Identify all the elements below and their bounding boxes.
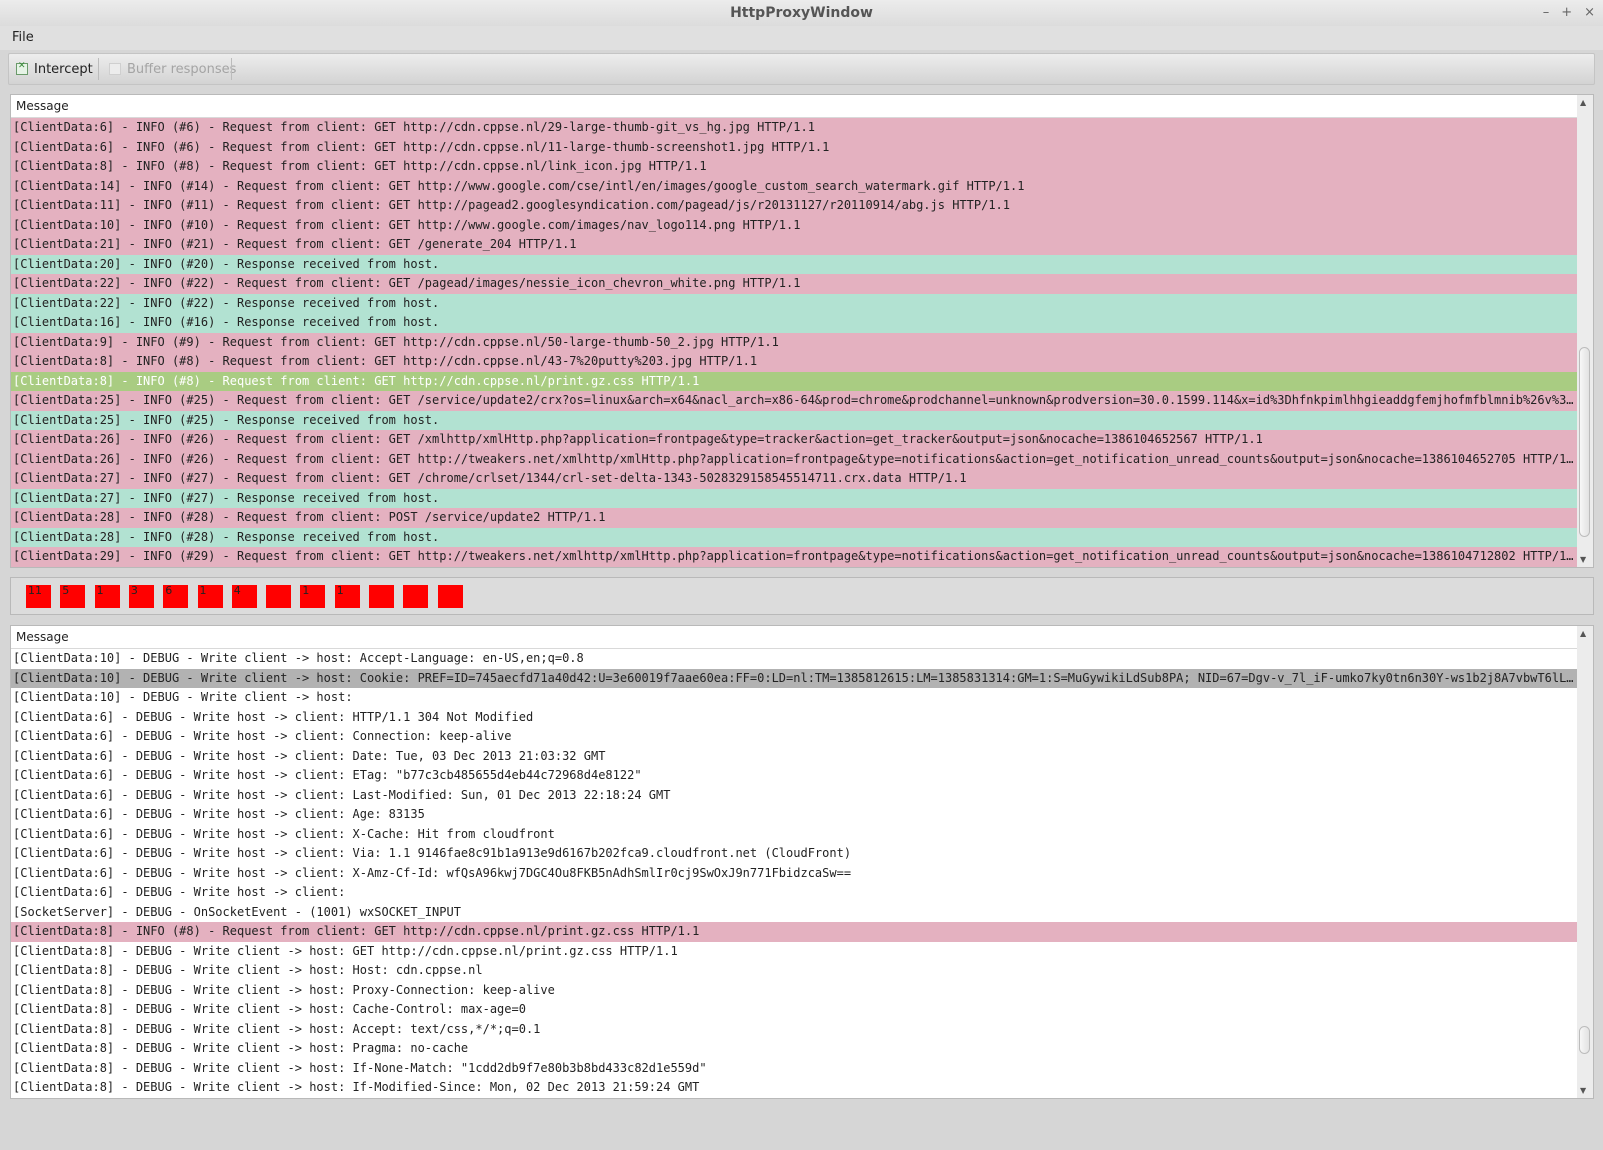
scroll-up-icon[interactable]: ▲ (1580, 98, 1586, 107)
debug-log-panel: Message [ClientData:10] - DEBUG - Write … (10, 625, 1594, 1099)
log-row[interactable]: [ClientData:6] - INFO (#6) - Request fro… (11, 118, 1577, 138)
client-indicator[interactable]: 1 (334, 585, 360, 608)
debug-log-scrollbar[interactable]: ▲ ▼ (1577, 626, 1593, 1098)
log-row[interactable]: [ClientData:10] - DEBUG - Write client -… (11, 688, 1577, 708)
client-indicator[interactable]: 1 (197, 585, 223, 608)
client-indicator[interactable] (369, 585, 394, 608)
client-indicator[interactable]: 5 (60, 585, 86, 608)
debug-log-column-header[interactable]: Message (11, 626, 1593, 649)
log-row[interactable]: [ClientData:27] - INFO (#27) - Request f… (11, 469, 1577, 489)
log-row[interactable]: [ClientData:6] - DEBUG - Write host -> c… (11, 844, 1577, 864)
log-row[interactable]: [ClientData:11] - INFO (#11) - Request f… (11, 196, 1577, 216)
log-row[interactable]: [ClientData:6] - INFO (#6) - Request fro… (11, 137, 1577, 157)
request-log-column-header[interactable]: Message (11, 95, 1593, 118)
scroll-down-icon[interactable]: ▼ (1580, 555, 1586, 564)
log-row[interactable]: [ClientData:25] - INFO (#25) - Response … (11, 410, 1577, 430)
log-row[interactable]: [ClientData:22] - INFO (#22) - Response … (11, 293, 1577, 313)
log-row[interactable]: [ClientData:20] - INFO (#20) - Response … (11, 254, 1577, 274)
client-indicator[interactable]: 6 (163, 585, 189, 608)
client-indicator[interactable]: 3 (128, 585, 154, 608)
log-row[interactable]: [ClientData:8] - DEBUG - Write client ->… (11, 1000, 1577, 1020)
client-indicator[interactable] (403, 585, 429, 608)
log-row[interactable]: [ClientData:10] - DEBUG - Write client -… (11, 668, 1577, 688)
log-row[interactable]: [SocketServer] - DEBUG - OnSocketEvent -… (11, 902, 1577, 922)
log-row[interactable]: [ClientData:27] - INFO (#27) - Response … (11, 488, 1577, 508)
buffer-responses-checkbox-icon[interactable] (109, 63, 121, 75)
log-row[interactable]: [ClientData:8] - DEBUG - Write client ->… (11, 1078, 1577, 1098)
window-title: HttpProxyWindow (730, 5, 873, 21)
log-row[interactable]: [ClientData:21] - INFO (#21) - Request f… (11, 235, 1577, 255)
buffer-responses-label: Buffer responses (127, 61, 237, 77)
close-button[interactable]: × (1584, 0, 1595, 26)
request-log-rows: [ClientData:6] - INFO (#6) - Request fro… (11, 118, 1577, 567)
log-row[interactable]: [ClientData:16] - INFO (#16) - Response … (11, 313, 1577, 333)
log-row[interactable]: [ClientData:29] - INFO (#29) - Request f… (11, 547, 1577, 567)
log-row[interactable]: [ClientData:8] - DEBUG - Write client ->… (11, 961, 1577, 981)
client-indicator[interactable]: 4 (231, 585, 257, 608)
log-row[interactable]: [ClientData:6] - DEBUG - Write host -> c… (11, 785, 1577, 805)
client-indicator[interactable] (437, 585, 463, 608)
log-row[interactable]: [ClientData:8] - DEBUG - Write client ->… (11, 980, 1577, 1000)
log-row[interactable]: [ClientData:8] - INFO (#8) - Request fro… (11, 352, 1577, 372)
minimize-button[interactable]: – (1543, 0, 1550, 26)
log-row[interactable]: [ClientData:6] - DEBUG - Write host -> c… (11, 707, 1577, 727)
log-row[interactable]: [ClientData:25] - INFO (#25) - Request f… (11, 391, 1577, 411)
title-bar: HttpProxyWindow – + × (0, 0, 1603, 26)
log-row[interactable]: [ClientData:8] - DEBUG - Write client ->… (11, 1058, 1577, 1078)
log-row[interactable]: [ClientData:6] - DEBUG - Write host -> c… (11, 805, 1577, 825)
request-log-scroll-thumb[interactable] (1579, 347, 1590, 537)
log-row[interactable]: [ClientData:9] - INFO (#9) - Request fro… (11, 332, 1577, 352)
client-indicator[interactable] (266, 585, 292, 608)
scroll-up-icon[interactable]: ▲ (1580, 629, 1586, 638)
log-row[interactable]: [ClientData:22] - INFO (#22) - Request f… (11, 274, 1577, 294)
debug-log-scroll-thumb[interactable] (1579, 1026, 1590, 1054)
scroll-down-icon[interactable]: ▼ (1580, 1086, 1586, 1095)
request-log-scrollbar[interactable]: ▲ ▼ (1577, 95, 1593, 567)
log-row[interactable]: [ClientData:8] - DEBUG - Write client ->… (11, 941, 1577, 961)
menu-file[interactable]: File (12, 28, 34, 48)
client-indicator[interactable]: 1 (300, 585, 326, 608)
log-row[interactable]: [ClientData:26] - INFO (#26) - Request f… (11, 430, 1577, 450)
log-row[interactable]: [ClientData:6] - DEBUG - Write host -> c… (11, 766, 1577, 786)
buffer-responses-toggle[interactable]: Buffer responses (109, 54, 236, 84)
log-row[interactable]: [ClientData:8] - INFO (#8) - Request fro… (11, 922, 1577, 942)
toolbar-separator (98, 58, 99, 80)
log-row[interactable]: [ClientData:26] - INFO (#26) - Request f… (11, 449, 1577, 469)
debug-log-rows: [ClientData:10] - DEBUG - Write client -… (11, 649, 1577, 1098)
menu-bar: File (0, 26, 1603, 50)
log-row[interactable]: [ClientData:8] - INFO (#8) - Request fro… (11, 371, 1577, 391)
intercept-toggle[interactable]: Intercept (16, 54, 93, 84)
log-row[interactable]: [ClientData:10] - DEBUG - Write client -… (11, 649, 1577, 669)
log-row[interactable]: [ClientData:6] - DEBUG - Write host -> c… (11, 863, 1577, 883)
log-row[interactable]: [ClientData:14] - INFO (#14) - Request f… (11, 176, 1577, 196)
log-row[interactable]: [ClientData:6] - DEBUG - Write host -> c… (11, 727, 1577, 747)
client-indicator[interactable]: 11 (26, 585, 51, 608)
status-bar (0, 1132, 1603, 1150)
toolbar-separator (231, 58, 232, 80)
log-row[interactable]: [ClientData:28] - INFO (#28) - Request f… (11, 508, 1577, 528)
client-indicator[interactable]: 1 (94, 585, 120, 608)
toolbar: Intercept Buffer responses (8, 53, 1595, 85)
window-controls: – + × (1543, 0, 1595, 26)
log-row[interactable]: [ClientData:8] - DEBUG - Write client ->… (11, 1039, 1577, 1059)
client-indicator-bar: 11 5 1 3 6 1 4 1 1 (10, 577, 1594, 615)
log-row[interactable]: [ClientData:8] - INFO (#8) - Request fro… (11, 157, 1577, 177)
log-row[interactable]: [ClientData:28] - INFO (#28) - Response … (11, 527, 1577, 547)
log-row[interactable]: [ClientData:6] - DEBUG - Write host -> c… (11, 883, 1577, 903)
request-log-panel: Message [ClientData:6] - INFO (#6) - Req… (10, 94, 1594, 568)
log-row[interactable]: [ClientData:6] - DEBUG - Write host -> c… (11, 824, 1577, 844)
intercept-checkbox-icon[interactable] (16, 61, 28, 75)
maximize-button[interactable]: + (1561, 0, 1572, 26)
log-row[interactable]: [ClientData:6] - DEBUG - Write host -> c… (11, 746, 1577, 766)
log-row[interactable]: [ClientData:10] - INFO (#10) - Request f… (11, 215, 1577, 235)
log-row[interactable]: [ClientData:8] - DEBUG - Write client ->… (11, 1019, 1577, 1039)
intercept-label: Intercept (34, 61, 93, 77)
